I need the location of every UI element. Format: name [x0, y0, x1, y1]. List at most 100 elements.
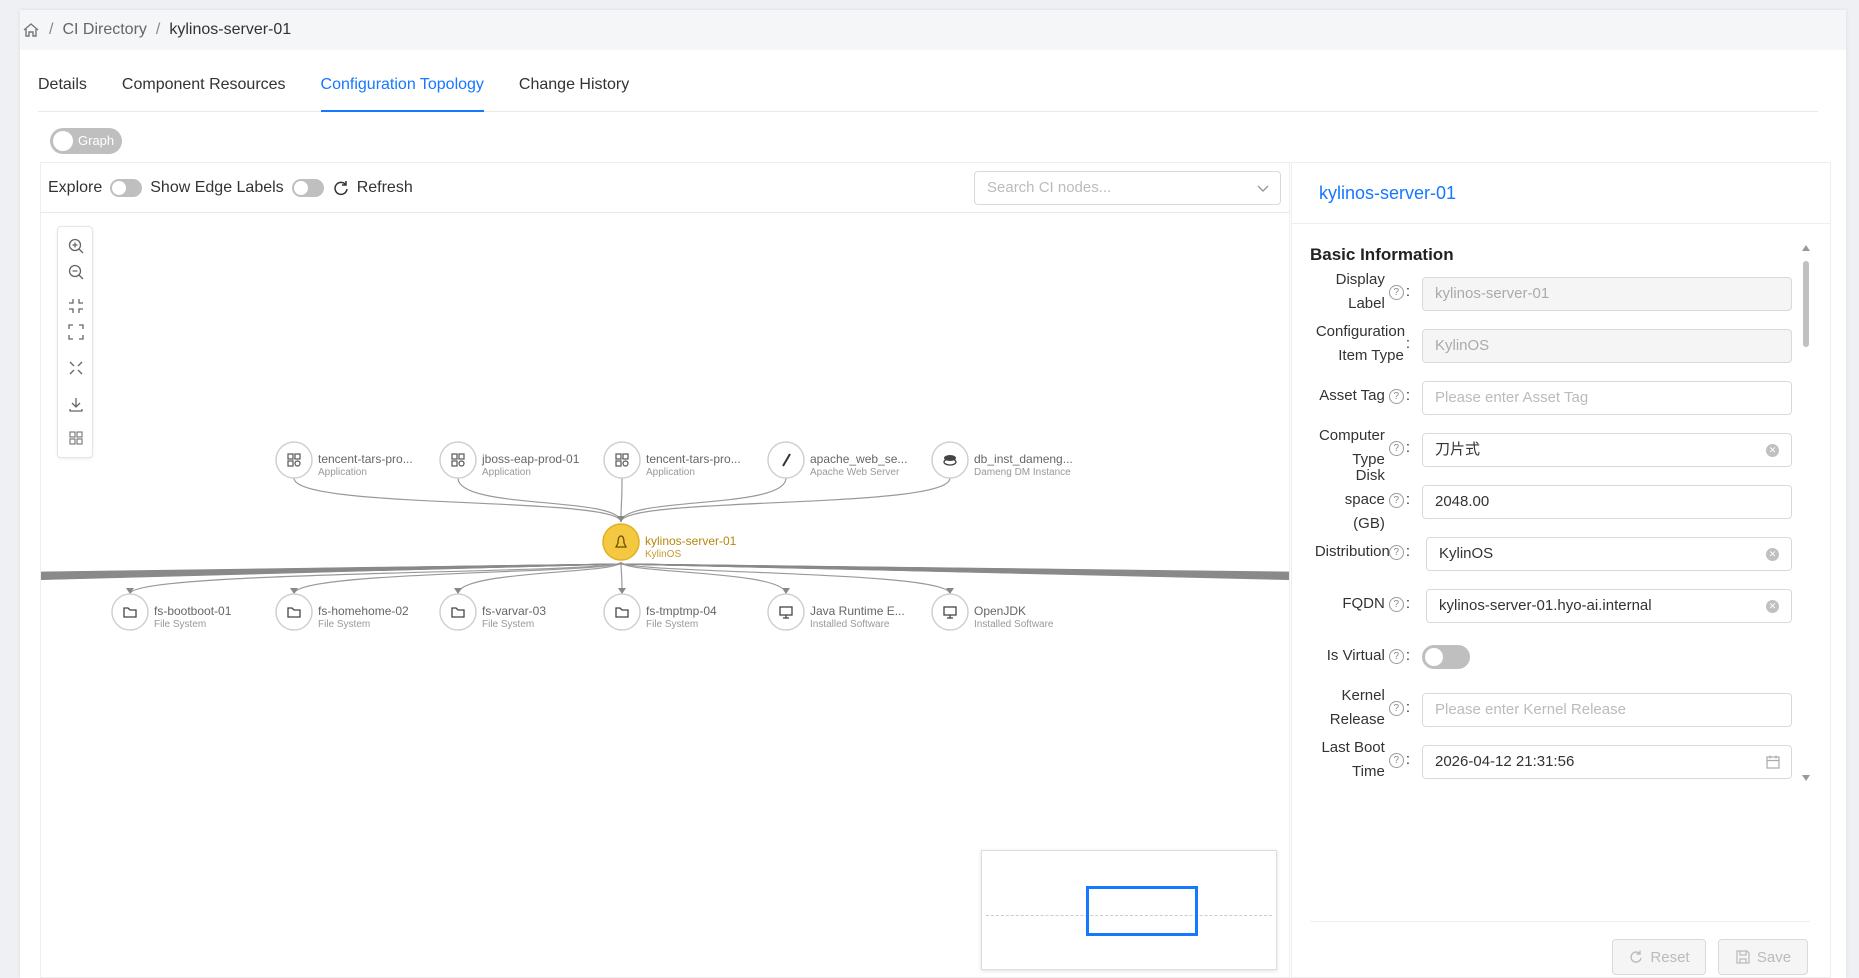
- topology-panel: Explore Show Edge Labels Refresh Search …: [40, 162, 1290, 978]
- form-row-is-virtual: Is Virtual?:: [1292, 631, 1792, 681]
- graph-node[interactable]: [603, 441, 641, 479]
- graph-node[interactable]: [931, 593, 969, 631]
- fit-view-icon[interactable]: [67, 323, 85, 341]
- fit-center-icon[interactable]: [67, 297, 85, 315]
- clear-icon[interactable]: ✕: [1766, 444, 1779, 457]
- label-colon: :: [1405, 595, 1410, 612]
- form-row-asset-tag: Asset Tag?: Please enter Asset Tag: [1292, 371, 1792, 421]
- tab-bar: Details Component Resources Configuratio…: [38, 64, 1818, 112]
- kernel-release-label-text: Kernel Release: [1329, 687, 1385, 728]
- zoom-in-icon[interactable]: [67, 237, 85, 255]
- form-row-last-boot-time: Last Boot Time?: 2026-04-12 21:31:56: [1292, 735, 1792, 785]
- distribution-input[interactable]: KylinOS ✕: [1426, 537, 1792, 571]
- actual-size-icon[interactable]: [67, 359, 85, 377]
- help-icon[interactable]: ?: [1388, 700, 1404, 716]
- label-colon: :: [1405, 491, 1410, 508]
- graph-node[interactable]: [275, 441, 313, 479]
- node-label[interactable]: tencent-tars-pro... Application: [318, 452, 413, 480]
- help-icon[interactable]: ?: [1388, 492, 1404, 508]
- search-ci-nodes-select[interactable]: Search CI nodes...: [974, 171, 1281, 205]
- help-icon[interactable]: ?: [1388, 648, 1404, 664]
- tab-configuration-topology[interactable]: Configuration Topology: [320, 64, 484, 112]
- node-label[interactable]: tencent-tars-pro... Application: [646, 452, 741, 480]
- topology-canvas[interactable]: tencent-tars-pro... Application jboss-eap-…: [41, 214, 1289, 978]
- zoom-out-icon[interactable]: [67, 263, 85, 281]
- fqdn-input[interactable]: kylinos-server-01.hyo-ai.internal ✕: [1426, 589, 1792, 623]
- form-scrollbar[interactable]: [1801, 243, 1811, 783]
- refresh-icon[interactable]: [332, 179, 350, 197]
- graph-node[interactable]: [275, 593, 313, 631]
- help-icon[interactable]: ?: [1388, 284, 1404, 300]
- disk-space-gb-input[interactable]: 2048.00: [1422, 485, 1792, 519]
- node-label[interactable]: fs-homehome-02 File System: [318, 604, 409, 632]
- last-boot-time-input[interactable]: 2026-04-12 21:31:56: [1422, 745, 1792, 779]
- breadcrumb-ci-directory[interactable]: CI Directory: [62, 21, 146, 39]
- node-name: db_inst_dameng...: [974, 452, 1073, 466]
- graph-node[interactable]: [931, 441, 969, 479]
- node-label[interactable]: apache_web_se... Apache Web Server: [810, 452, 907, 480]
- grid-layout-icon[interactable]: [67, 429, 85, 447]
- node-label[interactable]: db_inst_dameng... Dameng DM Instance: [974, 452, 1073, 480]
- clear-icon[interactable]: ✕: [1766, 600, 1779, 613]
- configuration-item-type-label: Configuration Item Type:: [1316, 319, 1410, 369]
- explore-switch[interactable]: [110, 178, 143, 197]
- scroll-thumb[interactable]: [1803, 261, 1809, 347]
- graph-node[interactable]: [767, 593, 805, 631]
- display-label-input[interactable]: kylinos-server-01: [1422, 277, 1792, 311]
- graph-node[interactable]: [439, 593, 477, 631]
- scroll-up-arrow[interactable]: [1802, 245, 1810, 251]
- save-button[interactable]: Save: [1718, 939, 1808, 975]
- label-colon: :: [1405, 647, 1410, 664]
- kernel-release-input[interactable]: Please enter Kernel Release: [1422, 693, 1792, 727]
- graph-node[interactable]: [603, 593, 641, 631]
- node-type: Installed Software: [810, 619, 890, 630]
- help-icon[interactable]: ?: [1388, 440, 1404, 456]
- reset-button[interactable]: Reset: [1612, 939, 1706, 975]
- help-icon[interactable]: ?: [1388, 596, 1404, 612]
- refresh-button[interactable]: Refresh: [357, 179, 413, 197]
- help-icon[interactable]: ?: [1388, 388, 1404, 404]
- asset-tag-input[interactable]: Please enter Asset Tag: [1422, 381, 1792, 415]
- tab-change-history[interactable]: Change History: [519, 64, 629, 112]
- ci-detail-title: kylinos-server-01: [1319, 183, 1457, 203]
- clear-icon[interactable]: ✕: [1766, 548, 1779, 561]
- node-name: fs-tmptmp-04: [646, 604, 717, 618]
- edge-labels-switch[interactable]: [291, 178, 324, 197]
- tab-details[interactable]: Details: [38, 64, 87, 112]
- breadcrumb: / CI Directory / kylinos-server-01: [20, 10, 1846, 50]
- node-type: File System: [318, 619, 371, 630]
- node-label[interactable]: jboss-eap-prod-01 Application: [482, 452, 579, 480]
- node-label[interactable]: Java Runtime E... Installed Software: [810, 604, 905, 632]
- tab-component-resources[interactable]: Component Resources: [122, 64, 286, 112]
- label-colon: :: [1405, 439, 1410, 456]
- disk-space-gb-value: 2048.00: [1435, 493, 1490, 510]
- graph-view-toggle[interactable]: Graph: [50, 128, 122, 154]
- home-icon[interactable]: [22, 21, 40, 39]
- configuration-item-type-input[interactable]: KylinOS: [1422, 329, 1792, 363]
- computer-type-input[interactable]: 刀片式 ✕: [1422, 433, 1792, 467]
- graph-minimap[interactable]: [981, 850, 1277, 970]
- node-label[interactable]: kylinos-server-01 KylinOS: [645, 534, 736, 562]
- topology-toolbar: Explore Show Edge Labels Refresh Search …: [41, 163, 1289, 213]
- fqdn-label-text: FQDN: [1342, 595, 1385, 612]
- label-colon: :: [1405, 283, 1410, 300]
- graph-node[interactable]: [767, 441, 805, 479]
- download-icon[interactable]: [67, 395, 85, 413]
- graph-node[interactable]: [111, 593, 149, 631]
- node-label[interactable]: fs-bootboot-01 File System: [154, 604, 231, 632]
- help-icon[interactable]: ?: [1388, 544, 1404, 560]
- help-icon[interactable]: ?: [1388, 752, 1404, 768]
- center-node[interactable]: [602, 523, 640, 561]
- is-virtual-switch[interactable]: [1422, 645, 1470, 669]
- graph-node[interactable]: [439, 441, 477, 479]
- calendar-icon[interactable]: [1765, 754, 1781, 770]
- node-name: fs-varvar-03: [482, 604, 547, 618]
- node-label[interactable]: fs-varvar-03 File System: [482, 604, 546, 632]
- edge-arrow: [617, 516, 625, 522]
- node-label[interactable]: OpenJDK Installed Software: [974, 604, 1054, 632]
- node-label[interactable]: fs-tmptmp-04 File System: [646, 604, 717, 632]
- minimap-viewport[interactable]: [1086, 886, 1198, 936]
- asset-tag-placeholder: Please enter Asset Tag: [1435, 389, 1589, 406]
- scroll-down-arrow[interactable]: [1802, 775, 1810, 781]
- configuration-item-type-label-text: Configuration Item Type: [1315, 323, 1406, 364]
